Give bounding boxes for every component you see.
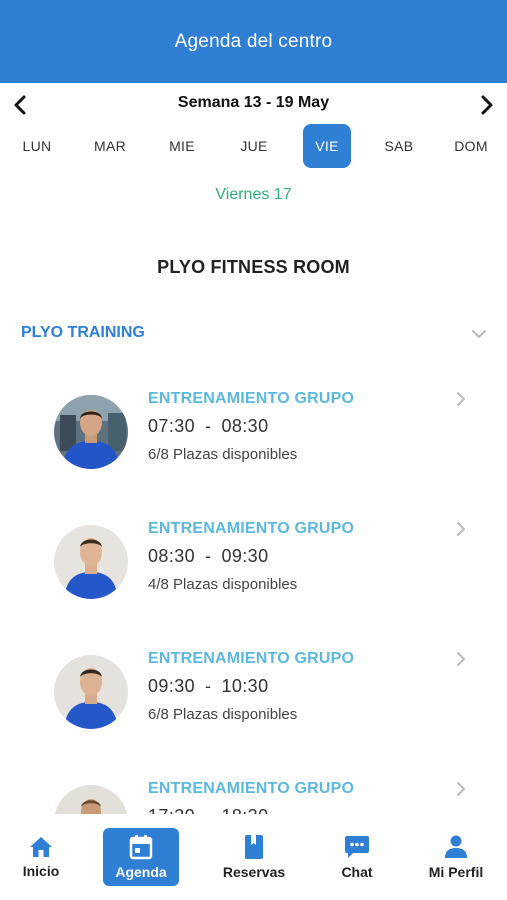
list-item[interactable]: ENTRENAMIENTO GRUPO 07:30-08:30 6/8 Plaz…	[0, 376, 507, 486]
chevron-down-icon	[472, 330, 486, 338]
week-label: Semana 13 - 19 May	[177, 94, 330, 111]
chevron-right-icon	[457, 392, 465, 406]
section-header-plyo-training[interactable]: PLYO TRAINING	[0, 318, 507, 348]
time-separator: -	[205, 546, 212, 566]
week-navigator: Semana 13 - 19 May	[0, 88, 507, 122]
time-separator: -	[205, 416, 212, 436]
tab-inicio[interactable]: Inicio	[3, 828, 79, 886]
tab-label: Mi Perfil	[428, 864, 484, 880]
list-item[interactable]: ENTRENAMIENTO GRUPO 08:30-09:30 4/8 Plaz…	[0, 506, 507, 616]
page-title: Agenda del centro	[174, 30, 333, 52]
day-sun[interactable]: DOM	[447, 124, 495, 168]
end-time: 10:30	[221, 676, 269, 696]
class-time: 08:30-09:30	[148, 546, 269, 567]
avatar	[54, 655, 128, 729]
trainer-photo	[54, 395, 128, 469]
start-time: 08:30	[148, 546, 196, 566]
class-name: ENTRENAMIENTO GRUPO	[148, 520, 355, 537]
class-time: 17:30 - 18:30	[148, 806, 269, 814]
trainer-photo	[54, 785, 128, 814]
tab-label: Reservas	[222, 864, 286, 880]
day-sat[interactable]: SAB	[375, 124, 423, 168]
available-spots: 6/8 Plazas disponibles	[148, 706, 298, 723]
class-time: 09:30-10:30	[148, 676, 269, 697]
avatar	[54, 525, 128, 599]
class-name: ENTRENAMIENTO GRUPO	[148, 650, 355, 667]
tab-mi-perfil[interactable]: Mi Perfil	[418, 828, 494, 886]
end-time: 18:30	[221, 806, 268, 814]
available-spots: 4/8 Plazas disponibles	[148, 576, 298, 593]
home-icon	[30, 837, 52, 857]
day-selector: LUN MAR MIE JUE VIE SAB DOM	[0, 124, 507, 168]
time-separator: -	[205, 806, 211, 814]
start-time: 09:30	[148, 676, 196, 696]
end-time: 08:30	[221, 416, 269, 436]
bookmark-book-icon	[245, 835, 263, 859]
list-item[interactable]: ENTRENAMIENTO GRUPO 09:30-10:30 6/8 Plaz…	[0, 636, 507, 746]
class-time: 07:30-08:30	[148, 416, 269, 437]
trainer-photo	[54, 655, 128, 729]
end-time: 09:30	[221, 546, 269, 566]
tab-chat[interactable]: Chat	[319, 828, 395, 886]
time-separator: -	[205, 676, 212, 696]
start-time: 07:30	[148, 416, 196, 436]
day-mon[interactable]: LUN	[13, 124, 61, 168]
tab-agenda[interactable]: Agenda	[103, 828, 179, 886]
chevron-right-icon	[457, 652, 465, 666]
class-name: ENTRENAMIENTO GRUPO	[148, 780, 355, 797]
chevron-right-icon	[457, 782, 465, 796]
avatar	[54, 395, 128, 469]
next-week-button[interactable]	[474, 92, 500, 118]
trainer-photo	[54, 525, 128, 599]
tab-label: Agenda	[115, 864, 167, 880]
person-icon	[445, 835, 467, 858]
day-tue[interactable]: MAR	[86, 124, 134, 168]
tab-reservas[interactable]: Reservas	[216, 828, 292, 886]
avatar	[54, 785, 128, 814]
app-header: Agenda del centro	[0, 0, 507, 83]
day-wed[interactable]: MIE	[158, 124, 206, 168]
chevron-right-icon	[481, 95, 493, 115]
calendar-icon	[129, 835, 153, 860]
day-thu[interactable]: JUE	[230, 124, 278, 168]
start-time: 17:30	[148, 806, 195, 814]
class-list: ENTRENAMIENTO GRUPO 07:30-08:30 6/8 Plaz…	[0, 370, 507, 814]
available-spots: 6/8 Plazas disponibles	[148, 446, 298, 463]
room-title: PLYO FITNESS ROOM	[157, 257, 350, 277]
chevron-right-icon	[457, 522, 465, 536]
class-name: ENTRENAMIENTO GRUPO	[148, 390, 355, 407]
list-item[interactable]: ENTRENAMIENTO GRUPO 17:30 - 18:30	[0, 766, 507, 814]
tab-label: Inicio	[22, 863, 60, 879]
day-fri[interactable]: VIE	[303, 124, 351, 168]
tab-label: Chat	[341, 864, 373, 880]
section-title: PLYO TRAINING	[21, 324, 145, 341]
chat-icon	[345, 836, 369, 858]
selected-date: Viernes 17	[215, 186, 292, 203]
bottom-tab-bar: Inicio Agenda Reservas Chat Mi Perfil	[0, 814, 507, 900]
